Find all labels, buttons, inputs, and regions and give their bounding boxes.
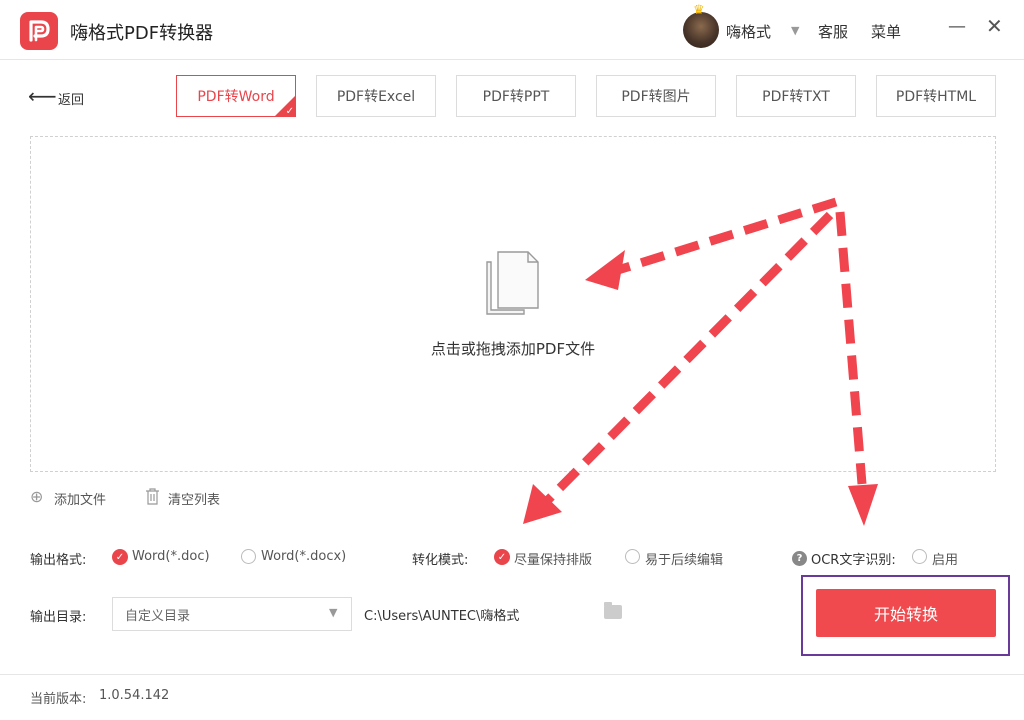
tab-label: PDF转图片 <box>621 89 691 105</box>
radio-unchecked-icon[interactable] <box>625 549 640 564</box>
format-doc-option[interactable]: Word(*.doc) <box>132 549 210 564</box>
radio-checked-icon[interactable]: ✓ <box>112 549 128 565</box>
conversion-mode-label: 转化模式: <box>412 553 469 568</box>
version-value: 1.0.54.142 <box>99 688 170 703</box>
customer-service-link[interactable]: 客服 <box>818 21 848 42</box>
vip-crown-icon: ♛ <box>693 3 705 18</box>
chevron-down-icon[interactable]: ▼ <box>791 24 799 37</box>
help-icon[interactable]: ? <box>792 551 807 566</box>
radio-unchecked-icon[interactable] <box>241 549 256 564</box>
document-stack-icon <box>484 250 544 324</box>
mode-keep-layout-option[interactable]: 尽量保持排版 <box>514 549 592 568</box>
back-button[interactable]: 返回 <box>58 89 84 108</box>
arrowhead-icon <box>523 484 562 524</box>
folder-icon[interactable] <box>604 605 622 619</box>
tab-label: PDF转Excel <box>336 89 416 105</box>
ocr-label: OCR文字识别: <box>811 553 896 568</box>
output-path: C:\Users\AUNTEC\嗨格式 <box>364 609 520 624</box>
menu-link[interactable]: 菜单 <box>871 21 901 42</box>
trash-icon[interactable] <box>145 488 160 509</box>
output-dir-label: 输出目录: <box>30 610 87 625</box>
tab-label: PDF转Word <box>197 89 275 105</box>
version-label: 当前版本: <box>30 692 87 707</box>
tab-pdf-to-ppt[interactable]: PDF转PPT <box>456 75 576 117</box>
tab-label: PDF转HTML <box>895 89 977 105</box>
output-dir-value[interactable]: 自定义目录 <box>125 605 190 624</box>
checkmark-icon: ✓ <box>285 106 294 117</box>
close-icon[interactable]: ✕ <box>986 14 1003 38</box>
arrowhead-icon <box>848 484 878 526</box>
annotation-highlight-box <box>801 575 1010 656</box>
add-circle-icon[interactable]: ⊕ <box>30 487 43 506</box>
mode-easy-edit-option[interactable]: 易于后续编辑 <box>645 549 723 568</box>
clear-list-button[interactable]: 清空列表 <box>168 489 220 508</box>
radio-unchecked-icon[interactable] <box>912 549 927 564</box>
tab-pdf-to-excel[interactable]: PDF转Excel <box>316 75 436 117</box>
tab-pdf-to-html[interactable]: PDF转HTML <box>876 75 996 117</box>
output-format-label: 输出格式: <box>30 553 87 568</box>
tab-pdf-to-word[interactable]: PDF转Word ✓ <box>176 75 296 117</box>
format-docx-option[interactable]: Word(*.docx) <box>261 549 346 564</box>
app-title: 嗨格式PDF转换器 <box>70 23 214 44</box>
app-logo-icon <box>20 12 58 50</box>
minimize-icon[interactable]: — <box>948 16 966 37</box>
ocr-enable-option[interactable]: 启用 <box>932 549 958 568</box>
add-files-button[interactable]: 添加文件 <box>54 489 106 508</box>
tab-label: PDF转TXT <box>762 89 830 105</box>
chevron-down-icon[interactable]: ▼ <box>329 606 337 619</box>
tab-label: PDF转PPT <box>482 89 550 105</box>
back-arrow-icon[interactable]: ⟵ <box>28 84 57 108</box>
user-name[interactable]: 嗨格式 <box>726 21 771 42</box>
radio-checked-icon[interactable]: ✓ <box>494 549 510 565</box>
tab-pdf-to-txt[interactable]: PDF转TXT <box>736 75 856 117</box>
drop-hint[interactable]: 点击或拖拽添加PDF文件 <box>30 338 996 359</box>
tab-pdf-to-image[interactable]: PDF转图片 <box>596 75 716 117</box>
